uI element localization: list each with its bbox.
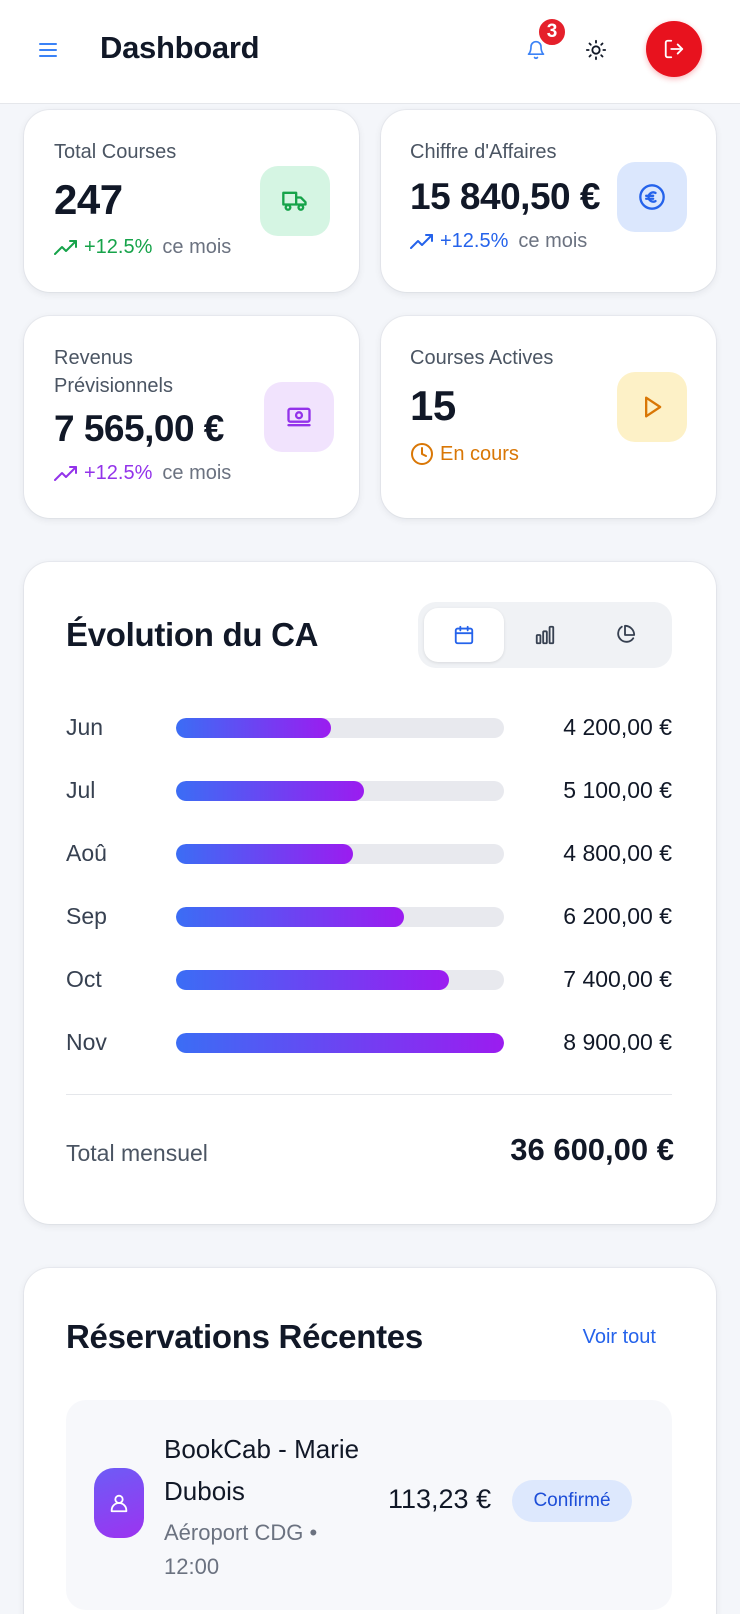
logout-icon (664, 39, 684, 59)
stat-label: Chiffre d'Affaires (410, 141, 557, 163)
bar-category-label: Oct (66, 966, 102, 992)
bar-row: Nov 8 900,00 € (66, 1023, 672, 1063)
euro-icon (639, 184, 665, 210)
stat-trend: +12.5% ce mois (54, 462, 231, 485)
stat-value: 247 (54, 176, 123, 223)
theme-toggle-button[interactable] (580, 34, 612, 66)
trending-up-icon (410, 233, 433, 249)
revenue-chart-card: Évolution du CA Jun 4 200,00 € Jul 5 100,00… (24, 562, 716, 1224)
bar-row: Oct 7 400,00 € (66, 960, 672, 1000)
truck-icon (282, 191, 307, 211)
logout-button[interactable] (646, 21, 702, 77)
trending-up-icon (54, 465, 77, 481)
bar-chart-icon (535, 625, 555, 645)
trending-up-icon (54, 239, 77, 255)
bar-track (176, 844, 504, 864)
sun-icon (585, 39, 607, 61)
stat-trend: +12.5% ce mois (410, 230, 587, 253)
stat-icon-box (260, 166, 330, 236)
bar-row: Sep 6 200,00 € (66, 897, 672, 937)
reservation-price: 113,23 € (388, 1484, 492, 1514)
bar-track (176, 718, 504, 738)
reservations-title: Réservations Récentes (66, 1318, 423, 1355)
chart-divider (66, 1094, 672, 1095)
banknote-icon (287, 407, 311, 427)
trend-suffix: ce mois (518, 230, 588, 252)
bar-category-label: Aoû (66, 840, 107, 866)
bar-track (176, 1033, 504, 1053)
view-bar-chart-button[interactable] (505, 608, 585, 662)
stat-label: Courses Actives (410, 347, 554, 369)
play-icon (645, 396, 662, 418)
bar-value-label: 7 400,00 € (563, 966, 672, 992)
bar-fill (176, 907, 404, 927)
bar-fill (176, 781, 364, 801)
stat-card-total-courses: Total Courses 247 +12.5% ce mois (24, 110, 359, 292)
chart-title: Évolution du CA (66, 616, 319, 653)
bar-fill (176, 970, 449, 990)
bar-value-label: 4 800,00 € (563, 840, 672, 866)
reservation-name: BookCab - Marie Dubois (164, 1434, 360, 1506)
status-text: En cours (440, 442, 519, 465)
trend-percent: +12.5% (440, 230, 509, 252)
avatar (94, 1468, 144, 1538)
bar-value-label: 5 100,00 € (563, 777, 672, 803)
bar-fill (176, 1033, 504, 1053)
bar-category-label: Jul (66, 777, 96, 803)
see-all-link[interactable]: Voir tout (583, 1326, 656, 1349)
total-value: 36 600,00 € (510, 1132, 674, 1167)
bar-track (176, 907, 504, 927)
bar-category-label: Nov (66, 1029, 107, 1055)
page-title: Dashboard (100, 30, 260, 65)
chart-view-toggle (418, 602, 672, 668)
trend-suffix: ce mois (162, 236, 232, 258)
pie-chart-icon (617, 624, 636, 643)
view-pie-chart-button[interactable] (585, 608, 665, 662)
stat-value: 7 565,00 € (54, 408, 224, 449)
trend-suffix: ce mois (162, 462, 232, 484)
bar-fill (176, 718, 331, 738)
stat-value: 15 (410, 382, 456, 429)
calendar-icon (454, 625, 474, 645)
app-header: Dashboard 3 (0, 0, 740, 104)
bar-category-label: Jun (66, 714, 104, 740)
stat-card-courses-actives: Courses Actives 15 En cours (381, 316, 716, 518)
total-label: Total mensuel (66, 1140, 208, 1166)
trend-percent: +12.5% (84, 236, 153, 258)
reservation-meta: Aéroport CDG • 12:00 (164, 1520, 318, 1579)
stat-icon-box (264, 382, 334, 452)
bar-track (176, 970, 504, 990)
view-calendar-button[interactable] (424, 608, 504, 662)
stat-status: En cours (410, 442, 519, 466)
menu-icon (39, 43, 57, 57)
stat-icon-box (617, 162, 687, 232)
stat-icon-box (617, 372, 687, 442)
menu-button[interactable] (32, 34, 64, 66)
bar-value-label: 8 900,00 € (563, 1029, 672, 1055)
notification-badge: 3 (537, 17, 567, 47)
bar-row: Aoû 4 800,00 € (66, 834, 672, 874)
stat-card-chiffre-affaires: Chiffre d'Affaires 15 840,50 € +12.5% ce… (381, 110, 716, 292)
stat-label: Total Courses (54, 141, 177, 163)
stat-value: 15 840,50 € (410, 176, 600, 217)
bar-fill (176, 844, 353, 864)
stat-trend: +12.5% ce mois (54, 236, 231, 259)
bar-value-label: 4 200,00 € (563, 714, 672, 740)
stat-label: Revenus Prévisionnels (54, 347, 173, 397)
bar-value-label: 6 200,00 € (563, 903, 672, 929)
stat-card-revenus-previsionnels: Revenus Prévisionnels 7 565,00 € +12.5% … (24, 316, 359, 518)
reservations-card: Réservations Récentes Voir tout BookCab … (24, 1268, 716, 1614)
user-icon (110, 1494, 128, 1513)
reservation-item[interactable]: BookCab - Marie Dubois Aéroport CDG • 12… (66, 1400, 672, 1610)
status-badge: Confirmé (512, 1480, 632, 1522)
bar-category-label: Sep (66, 903, 107, 929)
clock-icon (411, 443, 433, 465)
bar-row: Jun 4 200,00 € (66, 708, 672, 748)
bar-track (176, 781, 504, 801)
trend-percent: +12.5% (84, 462, 153, 484)
bar-row: Jul 5 100,00 € (66, 771, 672, 811)
